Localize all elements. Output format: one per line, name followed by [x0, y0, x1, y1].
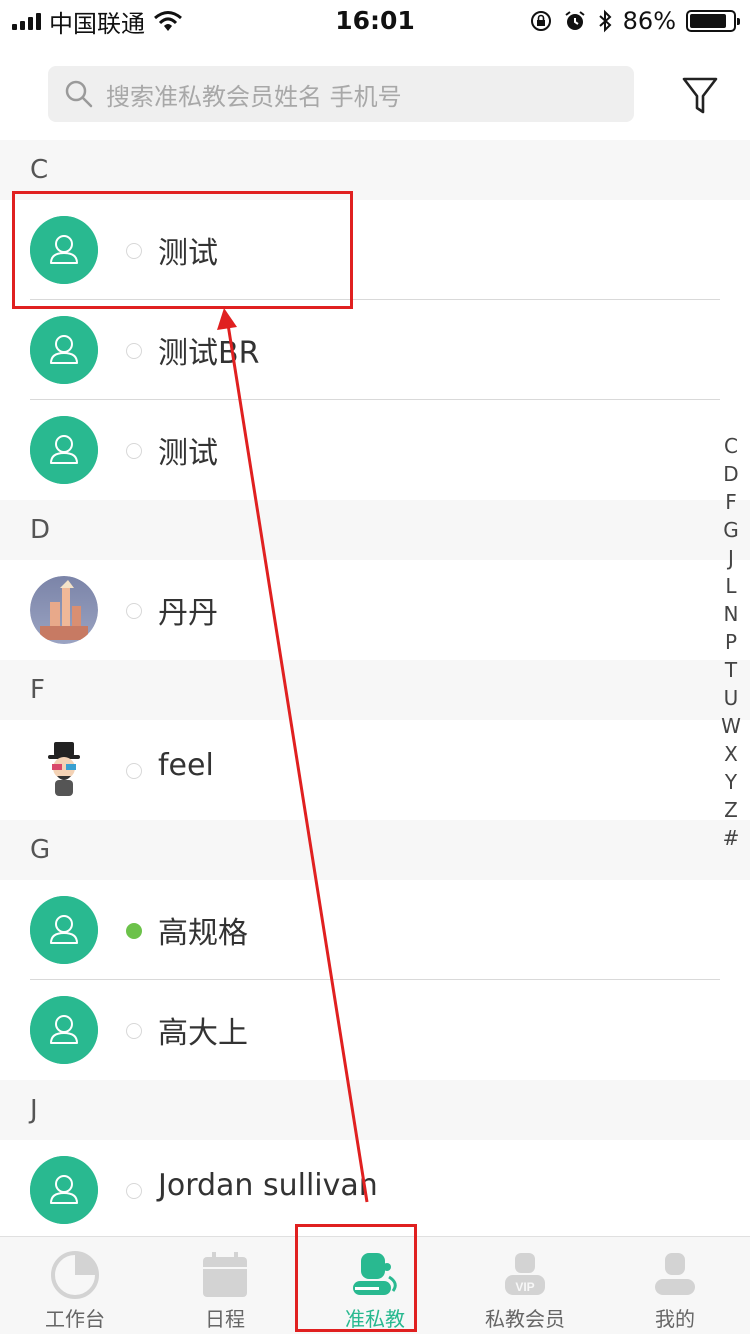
annotation-arrow: [217, 308, 369, 1203]
